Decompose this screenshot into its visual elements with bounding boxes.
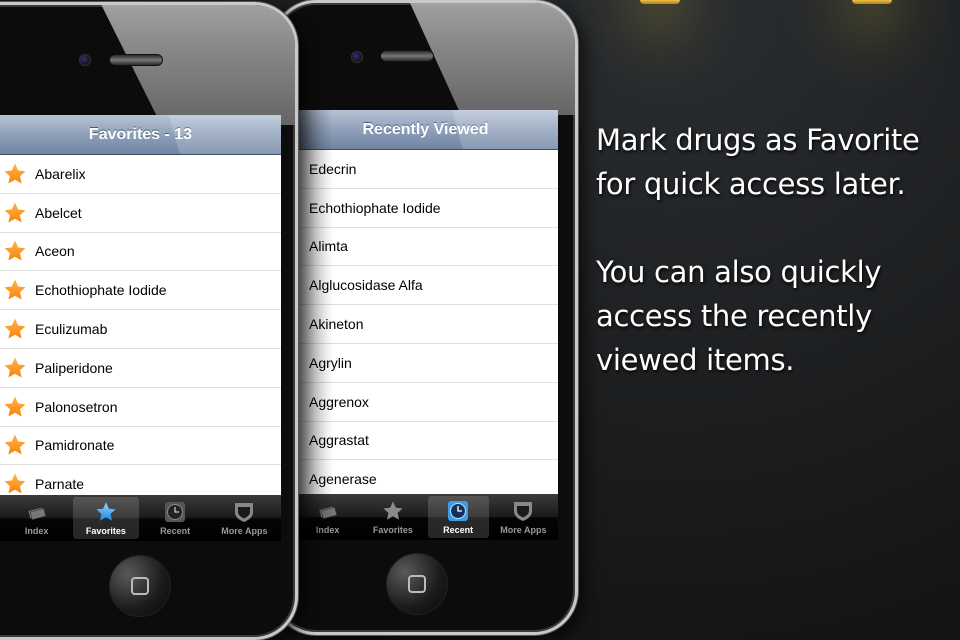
list-item[interactable]: Echothiophate Iodide: [293, 189, 558, 228]
star-icon: [4, 202, 26, 223]
list-item[interactable]: Alglucosidase Alfa: [293, 266, 558, 306]
list-item[interactable]: Abarelix: [0, 155, 281, 194]
home-button[interactable]: [386, 553, 448, 615]
clock-icon: [165, 501, 186, 522]
list-item[interactable]: Akineton: [293, 305, 558, 344]
list-item[interactable]: Aggrenox: [293, 383, 558, 422]
shield-icon: [235, 502, 254, 522]
tab-more-apps[interactable]: More Apps: [493, 496, 554, 538]
list-item[interactable]: Aggrastat: [293, 422, 558, 461]
tab-favorites[interactable]: Favorites: [73, 497, 139, 539]
nav-title: Favorites - 13: [88, 125, 193, 143]
star-icon: [4, 357, 26, 378]
tab-recent[interactable]: Recent: [427, 496, 489, 538]
star-icon: [4, 434, 26, 455]
recent-screen: Recently Viewed Edecrin Echothiophate Io…: [293, 110, 558, 540]
tab-bar: Index Favorites Recent More Apps: [293, 494, 558, 540]
tab-favorites[interactable]: Favorites: [362, 496, 423, 538]
phone-favorites: Favorites - 13 Abarelix Abelcet Aceon Ec…: [0, 2, 298, 640]
star-icon: [4, 473, 26, 494]
list-item[interactable]: Edecrin: [293, 150, 558, 189]
star-icon: [4, 240, 26, 261]
caption-favorites: Mark drugs as Favorite for quick access …: [596, 123, 920, 201]
home-square-icon: [408, 575, 426, 593]
promo-caption: Mark drugs as Favorite for quick access …: [596, 118, 956, 426]
star-icon: [4, 279, 26, 300]
list-item[interactable]: Paliperidone: [0, 349, 281, 388]
index-cards-icon: [27, 506, 46, 520]
list-item[interactable]: Abelcet: [0, 194, 281, 233]
list-item[interactable]: Agrylin: [293, 344, 558, 383]
caption-recent: You can also quickly access the recently…: [596, 255, 882, 377]
tab-index[interactable]: Index: [4, 497, 69, 539]
star-icon: [4, 318, 26, 339]
tab-more-apps[interactable]: More Apps: [212, 497, 277, 539]
recent-list: Edecrin Echothiophate Iodide Alimta Algl…: [293, 150, 558, 500]
home-button[interactable]: [109, 555, 171, 617]
list-item[interactable]: Pamidronate: [0, 427, 281, 466]
home-square-icon: [131, 577, 149, 595]
speaker-grille: [380, 50, 434, 62]
list-item[interactable]: Eculizumab: [0, 310, 281, 349]
star-icon: [4, 163, 26, 184]
spotlight-right: [790, 0, 950, 90]
tab-recent[interactable]: Recent: [143, 497, 208, 539]
speaker-grille: [109, 54, 163, 66]
favorites-screen: Favorites - 13 Abarelix Abelcet Aceon Ec…: [0, 115, 281, 541]
index-cards-icon: [318, 505, 337, 519]
clock-icon: [448, 500, 469, 521]
list-item[interactable]: Alimta: [293, 228, 558, 267]
nav-title: Recently Viewed: [362, 120, 489, 138]
star-icon: [4, 396, 26, 417]
list-item[interactable]: Echothiophate Iodide: [0, 271, 281, 311]
star-icon: [96, 501, 116, 521]
tab-bar: Index Favorites Recent More Apps: [0, 495, 281, 541]
camera-icon: [79, 54, 91, 66]
nav-bar: Recently Viewed: [293, 110, 558, 150]
phone-recently-viewed: Recently Viewed Edecrin Echothiophate Io…: [272, 0, 578, 635]
camera-icon: [351, 51, 363, 63]
list-item[interactable]: Palonosetron: [0, 388, 281, 427]
list-item[interactable]: Aceon: [0, 233, 281, 272]
shield-icon: [514, 501, 533, 521]
nav-bar: Favorites - 13: [0, 115, 281, 155]
star-icon: [383, 500, 403, 520]
tab-index[interactable]: Index: [297, 496, 358, 538]
favorites-list: Abarelix Abelcet Aceon Echothiophate Iod…: [0, 155, 281, 505]
spotlight-left: [578, 0, 738, 90]
